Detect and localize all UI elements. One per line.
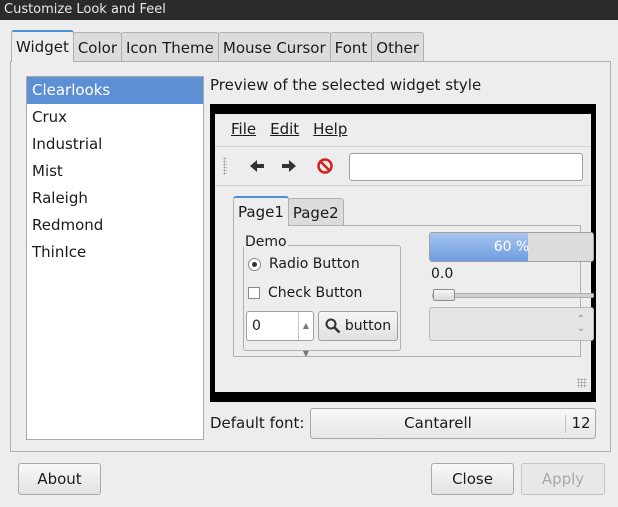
theme-item-industrial[interactable]: Industrial (27, 131, 203, 158)
check-button[interactable] (248, 287, 260, 299)
preview-text-entry[interactable] (349, 153, 583, 181)
tab-color[interactable]: Color (72, 32, 122, 62)
combo-arrows-icon: ⌃ ⌄ (576, 314, 585, 334)
theme-list[interactable]: Clearlooks Crux Industrial Mist Raleigh … (26, 76, 204, 440)
apply-button[interactable]: Apply (521, 463, 605, 495)
check-button-row[interactable]: Check Button (248, 285, 362, 301)
menu-edit[interactable]: Edit (270, 120, 299, 138)
search-button-label: button (344, 318, 392, 334)
theme-item-thinice[interactable]: ThinIce (27, 239, 203, 266)
search-button[interactable]: button (318, 311, 398, 341)
radio-button[interactable] (248, 257, 261, 271)
menu-help[interactable]: Help (313, 120, 347, 138)
theme-item-mist[interactable]: Mist (27, 158, 203, 185)
tab-page1[interactable]: Page1 (233, 196, 289, 226)
forward-arrow-icon[interactable] (277, 155, 301, 177)
settings-tabs: Widget Color Icon Theme Mouse Cursor Fon… (11, 30, 424, 62)
window-title: Customize Look and Feel (4, 2, 166, 17)
window-titlebar: Customize Look and Feel (0, 0, 618, 20)
menu-file[interactable]: File (231, 120, 256, 138)
combo-box[interactable]: ⌃ ⌄ (429, 307, 594, 341)
stop-icon[interactable] (313, 155, 337, 177)
spin-down-icon[interactable]: ▼ (303, 340, 309, 368)
close-button[interactable]: Close (431, 463, 514, 495)
preview-heading: Preview of the selected widget style (210, 76, 482, 94)
tab-other[interactable]: Other (371, 32, 424, 62)
tab-widget[interactable]: Widget (11, 30, 74, 62)
radio-button-label: Radio Button (269, 256, 360, 272)
radio-button-row[interactable]: Radio Button (248, 256, 360, 272)
tab-mouse-cursor[interactable]: Mouse Cursor (217, 32, 331, 62)
toolbar-grip-icon[interactable] (223, 157, 227, 175)
default-font-label: Default font: (210, 414, 305, 432)
tab-icon-theme[interactable]: Icon Theme (121, 32, 219, 62)
scale-handle[interactable] (433, 289, 455, 301)
preview-window: File Edit Help Page1 Page2 Demo Radio Bu… (215, 114, 594, 392)
font-name: Cantarell (404, 414, 472, 432)
demo-frame-label: Demo (244, 234, 288, 250)
about-button[interactable]: About (18, 463, 101, 495)
progress-text: 60 % (493, 239, 530, 255)
scale-track[interactable] (432, 293, 594, 298)
progress-bar: 60 % (429, 232, 594, 262)
preview-tab-content: Demo Radio Button Check Button 0 ▲ ▼ but… (233, 225, 594, 358)
scale-value: 0.0 (431, 266, 454, 282)
back-arrow-icon[interactable] (245, 155, 269, 177)
tab-font[interactable]: Font (329, 32, 373, 62)
font-size: 12 (571, 414, 591, 432)
theme-item-clearlooks[interactable]: Clearlooks (27, 77, 203, 104)
spin-button[interactable]: 0 ▲ ▼ (246, 311, 314, 358)
check-button-label: Check Button (268, 285, 363, 301)
default-font-button[interactable]: Cantarell 12 (310, 408, 596, 439)
preview-tabs: Page1 Page2 (233, 196, 344, 226)
spin-up-icon[interactable]: ▲ (303, 312, 309, 340)
search-icon (325, 318, 341, 334)
tab-page2[interactable]: Page2 (287, 198, 344, 226)
theme-item-raleigh[interactable]: Raleigh (27, 185, 203, 212)
theme-item-crux[interactable]: Crux (27, 104, 203, 131)
spin-value: 0 (252, 318, 261, 334)
preview-menubar: File Edit Help (215, 114, 591, 144)
font-separator (565, 415, 566, 433)
widget-preview: File Edit Help Page1 Page2 Demo Radio Bu… (210, 104, 596, 402)
theme-item-redmond[interactable]: Redmond (27, 212, 203, 239)
preview-toolbar (215, 146, 591, 186)
spin-arrows[interactable]: ▲ ▼ (298, 312, 313, 358)
resize-grip-icon[interactable] (577, 378, 587, 388)
